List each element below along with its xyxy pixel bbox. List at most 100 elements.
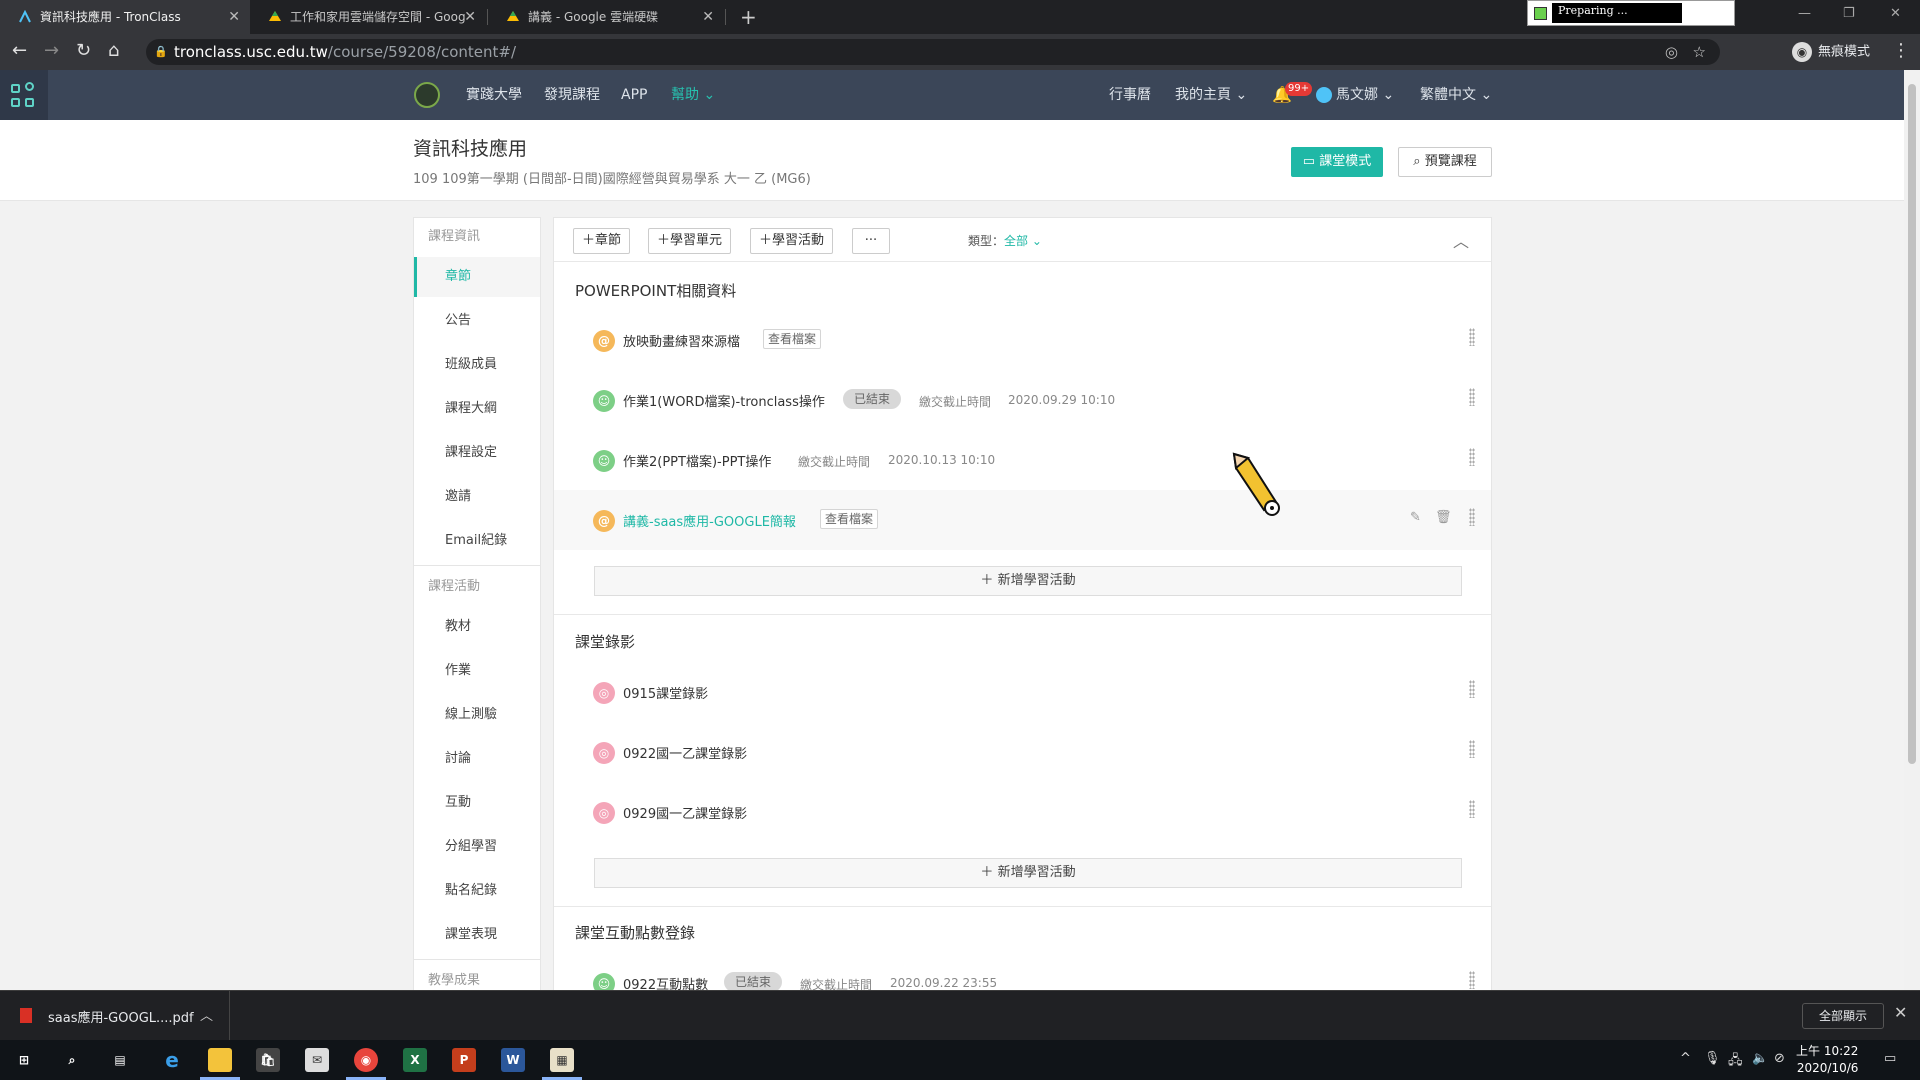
add-unit-button[interactable]: ＋學習單元 [648, 228, 732, 254]
activity-name-link[interactable]: 講義-saas應用-GOOGLE簡報 [623, 511, 796, 530]
sidebar-item-attendance[interactable]: 點名紀錄 [414, 871, 540, 911]
activity-row[interactable]: ☺ 作業1(WORD檔案)-tronclass操作 已結束 繳交截止時間 202… [554, 370, 1491, 430]
sidebar-item-announcements[interactable]: 公告 [414, 301, 540, 341]
mail-icon[interactable]: ✉ [305, 1048, 329, 1072]
system-clock[interactable]: 上午 10:22 2020/10/6 [1796, 1043, 1858, 1077]
home-icon[interactable]: ⌂ [108, 40, 119, 62]
browser-tab-tronclass[interactable]: 資訊科技應用 - TronClass ✕ [0, 0, 250, 34]
nav-app[interactable]: APP [621, 70, 647, 120]
activity-row[interactable]: @ 放映動畫練習來源檔 查看檔案 [554, 310, 1491, 370]
activity-row[interactable]: ◎ 0915課堂錄影 [554, 662, 1491, 722]
tab-close-icon[interactable]: ✕ [702, 0, 714, 34]
recorder-app-icon[interactable]: ▦ [550, 1048, 574, 1072]
edit-icon[interactable]: ✎ [1410, 510, 1421, 525]
file-explorer-icon[interactable] [208, 1048, 232, 1072]
minimize-button[interactable]: — [1798, 0, 1811, 28]
activity-name[interactable]: 0929國一乙課堂錄影 [623, 803, 747, 822]
chrome-menu-icon[interactable]: ⋮ [1892, 40, 1910, 62]
add-learning-activity-button[interactable]: ＋ 新增學習活動 [594, 566, 1462, 596]
add-chapter-button[interactable]: ＋章節 [573, 228, 631, 254]
sidebar-item-email-log[interactable]: Email紀錄 [414, 521, 540, 561]
collapse-all-icon[interactable]: ︿ [1453, 228, 1469, 252]
activity-name[interactable]: 0915課堂錄影 [623, 683, 708, 702]
incognito-indicator[interactable]: ◉ 無痕模式 [1792, 42, 1870, 63]
sidebar-item-discussion[interactable]: 討論 [414, 739, 540, 779]
windows-start-icon[interactable]: ⊞ [12, 1048, 36, 1072]
excel-icon[interactable]: X [403, 1048, 427, 1072]
preview-course-button[interactable]: ⌕ 預覽課程 [1398, 147, 1492, 177]
word-icon[interactable]: W [501, 1048, 525, 1072]
chevron-up-icon[interactable]: ︿ [200, 1005, 213, 1024]
microphone-icon[interactable]: 🎙 [1704, 1051, 1721, 1066]
task-view-icon[interactable]: ▤ [108, 1048, 132, 1072]
class-mode-button[interactable]: ▭ 課堂模式 [1291, 147, 1383, 177]
restore-button[interactable]: ❐ [1843, 0, 1855, 28]
add-learning-activity-button[interactable]: ＋ 新增學習活動 [594, 858, 1462, 888]
language-menu[interactable]: 繁體中文 ⌄ [1420, 70, 1492, 120]
nav-discover-courses[interactable]: 發現課程 [544, 70, 600, 120]
trash-icon[interactable]: 🗑 [1435, 510, 1452, 525]
user-menu[interactable]: 馬文娜 ⌄ [1316, 70, 1394, 120]
forward-arrow-icon[interactable]: → [44, 40, 59, 62]
activity-row[interactable]: ☺ 作業2(PPT檔案)-PPT操作 繳交截止時間 2020.10.13 10:… [554, 430, 1491, 490]
sidebar-item-settings[interactable]: 課程設定 [414, 433, 540, 473]
view-file-button[interactable]: 查看檔案 [820, 509, 879, 529]
drag-handle-icon[interactable] [1469, 328, 1475, 346]
more-button[interactable]: ··· [852, 228, 890, 254]
tray-chevron-up-icon[interactable]: ^ [1680, 1051, 1691, 1066]
sidebar-item-invite[interactable]: 邀請 [414, 477, 540, 517]
powerpoint-icon[interactable]: P [452, 1048, 476, 1072]
activity-row[interactable]: ◎ 0922國一乙課堂錄影 [554, 722, 1491, 782]
drag-handle-icon[interactable] [1469, 508, 1475, 526]
back-arrow-icon[interactable]: ← [12, 40, 27, 62]
apps-grid-icon[interactable] [0, 70, 48, 120]
tab-close-icon[interactable]: ✕ [228, 0, 240, 34]
page-scrollbar[interactable] [1904, 70, 1920, 990]
tracking-eye-icon[interactable]: ◎ [1665, 39, 1678, 65]
nav-university[interactable]: 實踐大學 [466, 70, 522, 120]
view-file-button[interactable]: 查看檔案 [763, 329, 822, 349]
drag-handle-icon[interactable] [1469, 740, 1475, 758]
network-icon[interactable]: 🖧 [1728, 1051, 1743, 1073]
action-center-icon[interactable]: ▭ [1884, 1051, 1896, 1066]
add-activity-button[interactable]: ＋學習活動 [750, 228, 834, 254]
activity-row[interactable]: ◎ 0929國一乙課堂錄影 [554, 782, 1491, 842]
sidebar-item-members[interactable]: 班級成員 [414, 345, 540, 385]
university-logo[interactable] [414, 82, 440, 108]
search-icon[interactable]: ⌕ [60, 1048, 84, 1072]
nav-calendar[interactable]: 行事曆 [1109, 70, 1151, 120]
sidebar-item-interaction[interactable]: 互動 [414, 783, 540, 823]
close-download-shelf-icon[interactable]: ✕ [1894, 1003, 1907, 1022]
browser-tab-handout[interactable]: 講義 - Google 雲端硬碟 ✕ [488, 0, 724, 34]
sidebar-item-group-learning[interactable]: 分組學習 [414, 827, 540, 867]
drag-handle-icon[interactable] [1469, 680, 1475, 698]
drag-handle-icon[interactable] [1469, 448, 1475, 466]
reload-icon[interactable]: ↻ [76, 40, 91, 62]
type-filter[interactable]: 類型：全部 ⌄ [968, 232, 1042, 249]
download-item[interactable]: saas應用-GOOGL....pdf ︿ [0, 991, 230, 1041]
activity-name[interactable]: 作業2(PPT檔案)-PPT操作 [623, 451, 771, 470]
show-all-downloads-button[interactable]: 全部顯示 [1802, 1003, 1884, 1029]
sidebar-item-syllabus[interactable]: 課程大綱 [414, 389, 540, 429]
sidebar-item-homework[interactable]: 作業 [414, 651, 540, 691]
activity-name[interactable]: 作業1(WORD檔案)-tronclass操作 [623, 391, 825, 410]
nav-help[interactable]: 幫助 ⌄ [671, 70, 715, 120]
ime-icon[interactable]: ⊘ [1774, 1051, 1785, 1066]
tab-close-icon[interactable]: ✕ [464, 0, 476, 34]
window-close-button[interactable]: ✕ [1890, 0, 1901, 28]
activity-name[interactable]: 0922國一乙課堂錄影 [623, 743, 747, 762]
drag-handle-icon[interactable] [1469, 971, 1475, 989]
sidebar-item-chapters[interactable]: 章節 [414, 257, 540, 297]
sidebar-item-performance[interactable]: 課堂表現 [414, 915, 540, 955]
address-bar[interactable]: 🔒 tronclass.usc.edu.tw/course/59208/cont… [146, 39, 1720, 65]
drag-handle-icon[interactable] [1469, 388, 1475, 406]
store-icon[interactable]: 🛍 [256, 1048, 280, 1072]
browser-tab-drive[interactable]: 工作和家用雲端儲存空間 - Goog ✕ [250, 0, 486, 34]
chrome-icon[interactable]: ◉ [354, 1048, 378, 1072]
edge-browser-icon[interactable]: e [160, 1048, 184, 1072]
scrollbar-thumb[interactable] [1908, 84, 1916, 764]
nav-my-home[interactable]: 我的主頁 ⌄ [1175, 70, 1247, 120]
bookmark-star-icon[interactable]: ☆ [1693, 39, 1706, 65]
volume-icon[interactable]: 🔈 [1752, 1051, 1768, 1066]
activity-row[interactable]: ☺ 0922互動點數 已結束 繳交截止時間 2020.09.22 23:55 [554, 953, 1491, 991]
